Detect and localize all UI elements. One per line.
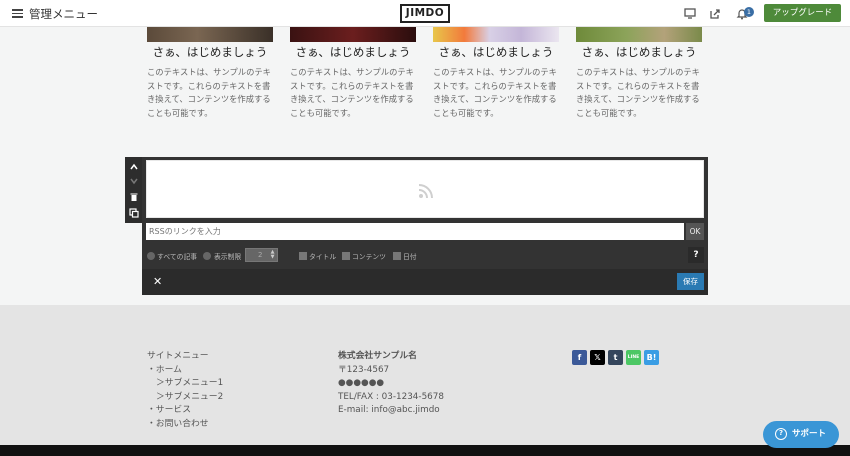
content-card: さぁ、はじめましょう このテキストは、サンプルのテキストです。これらのテキストを…	[433, 27, 559, 118]
rss-icon	[418, 184, 433, 199]
support-button[interactable]: ? サポート	[763, 421, 839, 448]
block-side-toolbar	[125, 157, 143, 223]
rss-url-input[interactable]	[146, 223, 684, 240]
hatena-icon[interactable]: B!	[644, 350, 659, 365]
date-checkbox[interactable]	[393, 252, 401, 260]
content-card: さぁ、はじめましょう このテキストは、サンプルのテキストです。これらのテキストを…	[290, 27, 416, 118]
company-tel: TEL/FAX : 03-1234-5678	[338, 391, 444, 402]
company-email: E-mail: info@abc.jimdo	[338, 405, 440, 415]
limit-value: 2	[258, 251, 263, 259]
move-up-icon[interactable]	[129, 162, 139, 172]
rss-options-row: すべての記事 表示制限 2 ▲ ▼ タイトル コンテンツ 日付 ?	[142, 243, 708, 269]
card-text: このテキストは、サンプルのテキストです。これらのテキストを書き換えて、コンテンツ…	[147, 67, 271, 118]
top-bar: 管理メニュー JIMDO 1 アップグレード	[0, 0, 850, 27]
company-postal: 〒123-4567	[338, 364, 390, 375]
trash-icon[interactable]	[129, 192, 139, 202]
upgrade-button[interactable]: アップグレード	[764, 4, 841, 22]
company-address: ●●●●●●	[338, 378, 385, 388]
card-image	[433, 27, 559, 42]
card-text: このテキストは、サンプルのテキストです。これらのテキストを書き換えて、コンテンツ…	[576, 67, 700, 118]
limit-radio[interactable]	[203, 252, 211, 260]
hamburger-icon[interactable]	[12, 9, 23, 18]
title-checkbox-label: タイトル	[309, 253, 337, 261]
monitor-icon[interactable]	[683, 7, 697, 20]
rss-preview	[146, 160, 704, 218]
rss-editor: OK すべての記事 表示制限 2 ▲▼ タイトル コンテンツ 日付 ? ✕ 保存	[142, 157, 708, 295]
copy-icon[interactable]	[129, 208, 139, 218]
close-icon[interactable]: ✕	[153, 275, 162, 288]
company-name: 株式会社サンプル名	[338, 351, 417, 361]
tumblr-icon[interactable]: t	[608, 350, 623, 365]
date-checkbox-label: 日付	[403, 253, 417, 261]
footer-company-info: 株式会社サンプル名 〒123-4567 ●●●●●● TEL/FAX : 03-…	[338, 350, 444, 418]
editor-action-bar: ✕ 保存	[142, 269, 708, 295]
site-footer: サイトメニュー ・ホーム ＞サブメニュー1 ＞サブメニュー2 ・サービス ・お問…	[0, 305, 850, 445]
move-down-icon[interactable]	[129, 176, 139, 186]
title-checkbox[interactable]	[299, 252, 307, 260]
content-card: さぁ、はじめましょう このテキストは、サンプルのテキストです。これらのテキストを…	[576, 27, 702, 118]
card-image	[576, 27, 702, 42]
save-button[interactable]: 保存	[677, 273, 704, 290]
line-icon[interactable]: LINE	[626, 350, 641, 365]
footer-site-menu: サイトメニュー ・ホーム ＞サブメニュー1 ＞サブメニュー2 ・サービス ・お問…	[147, 350, 223, 431]
footer-link-submenu1[interactable]: ＞サブメニュー1	[147, 377, 223, 391]
x-icon[interactable]: 𝕏	[590, 350, 605, 365]
all-articles-radio[interactable]	[147, 252, 155, 260]
footer-link-service[interactable]: ・サービス	[147, 404, 223, 418]
site-menu-heading: サイトメニュー	[147, 351, 209, 361]
card-title: さぁ、はじめましょう	[295, 45, 411, 59]
bottom-bar	[0, 445, 850, 456]
footer-link-contact[interactable]: ・お問い合わせ	[147, 418, 223, 432]
admin-menu-label[interactable]: 管理メニュー	[29, 6, 98, 22]
footer-link-home[interactable]: ・ホーム	[147, 364, 223, 378]
card-image	[290, 27, 416, 42]
content-card: さぁ、はじめましょう このテキストは、サンプルのテキストです。これらのテキストを…	[147, 27, 273, 118]
card-title: さぁ、はじめましょう	[581, 45, 697, 59]
ok-button[interactable]: OK	[686, 223, 704, 240]
help-button[interactable]: ?	[688, 247, 704, 263]
external-link-icon[interactable]	[708, 7, 722, 20]
question-circle-icon: ?	[775, 428, 787, 440]
limit-label: 表示制限	[214, 253, 242, 261]
content-checkbox[interactable]	[342, 252, 350, 260]
card-title: さぁ、はじめましょう	[152, 45, 268, 59]
stepper-arrows-icon[interactable]: ▲ ▼	[269, 250, 276, 260]
limit-stepper[interactable]: 2 ▲ ▼	[245, 248, 278, 262]
footer-link-submenu2[interactable]: ＞サブメニュー2	[147, 391, 223, 405]
support-label: サポート	[792, 429, 827, 439]
card-text: このテキストは、サンプルのテキストです。これらのテキストを書き換えて、コンテンツ…	[290, 67, 414, 118]
facebook-icon[interactable]: f	[572, 350, 587, 365]
card-image	[147, 27, 273, 42]
card-text: このテキストは、サンプルのテキストです。これらのテキストを書き換えて、コンテンツ…	[433, 67, 557, 118]
card-title: さぁ、はじめましょう	[438, 45, 554, 59]
all-articles-label: すべての記事	[157, 253, 198, 261]
notification-badge: 1	[744, 7, 754, 17]
jimdo-logo[interactable]: JIMDO	[400, 4, 450, 23]
content-checkbox-label: コンテンツ	[352, 253, 386, 261]
